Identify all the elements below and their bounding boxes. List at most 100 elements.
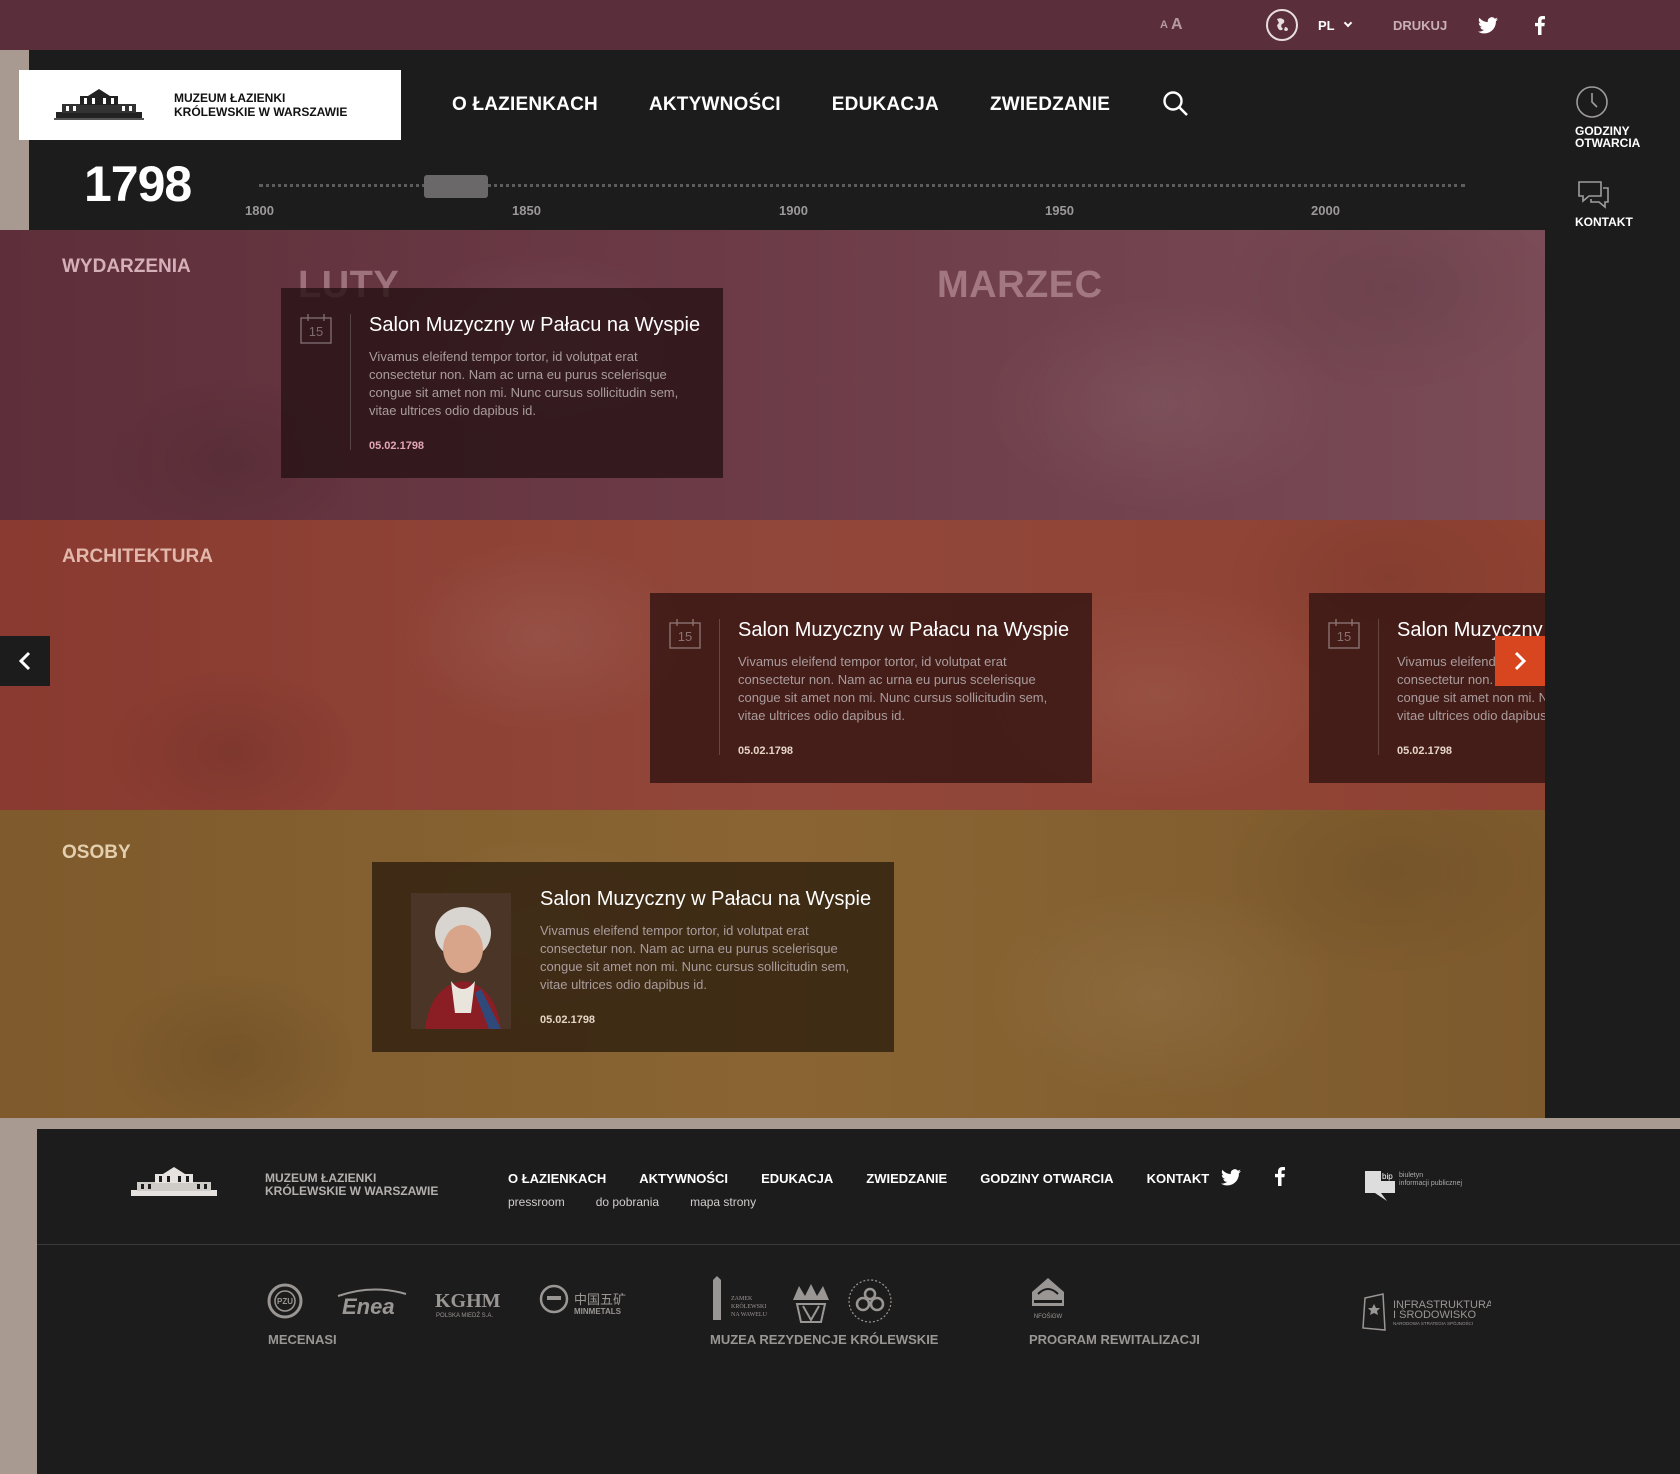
footer-nav: O ŁAZIENKACH AKTYWNOŚCI EDUKACJA ZWIEDZA… [508,1171,1242,1186]
logo-line-1: MUZEUM ŁAZIENKI [174,91,286,105]
event-card[interactable]: 15 Salon Muzyczny w Pałacu na Wyspie Viv… [281,288,723,478]
band-label-osoby: OSOBY [62,842,131,863]
side-panel: GODZINY OTWARCIA KONTAKT [1545,50,1680,1118]
footer-nav-godziny-otwarcia[interactable]: GODZINY OTWARCIA [980,1171,1113,1186]
chevron-right-icon [1514,651,1527,671]
footer-link-pressroom[interactable]: pressroom [508,1195,565,1209]
card-title[interactable]: Salon Muzyczny w Pałacu na Wyspie [738,619,1069,642]
infrastructure-environment-logo-icon[interactable]: INFRASTRUKTURA I ŚRODOWISKO NARODOWA STR… [1361,1292,1491,1332]
card-date: 05.02.1798 [1397,745,1453,757]
footer-nav-zwiedzanie[interactable]: ZWIEDZANIE [866,1171,947,1186]
timeline-tick: 1800 [245,203,274,218]
twitter-icon[interactable] [1221,1169,1241,1191]
footer-nav-kontakt[interactable]: KONTAKT [1147,1171,1210,1186]
person-card[interactable]: Salon Muzyczny w Pałacu na Wyspie Vivamu… [372,862,894,1052]
nfosigw-logo-icon[interactable]: NFOŚiGW [1028,1276,1068,1322]
royal-residence-logo-icon[interactable] [845,1278,895,1324]
contact-label: KONTAKT [1575,215,1633,229]
kghm-logo-icon[interactable]: KGHM POLSKA MIEDŹ S.A. [435,1289,505,1321]
bip-logo-icon[interactable]: bip biuletyn informacji publicznej [1365,1167,1475,1203]
kghm-logo-subtitle: POLSKA MIEDŹ S.A. [436,1312,493,1319]
timeline-tick: 1950 [1045,203,1074,218]
top-bar: A A PL DRUKUJ [0,0,1680,50]
card-title[interactable]: Salon Muzyczny w Pałacu na Wyspie [540,888,871,911]
opening-hours-link[interactable]: GODZINY OTWARCIA [1575,85,1675,149]
enea-logo-icon[interactable]: Enea [334,1286,410,1318]
site-logo[interactable]: MUZEUM ŁAZIENKI KRÓLEWSKIE W WARSZAWIE [19,70,401,140]
font-small-button[interactable]: A [1160,19,1168,31]
band-label-architektura: ARCHITEKTURA [62,546,213,567]
nav-edukacja[interactable]: EDUKACJA [832,94,939,116]
nfosigw-logo-label: NFOŚiGW [1034,1312,1063,1320]
language-label: PL [1318,17,1335,33]
infra-logo-line-3: NARODOWA STRATEGIA SPÓJNOŚCI [1393,1319,1473,1326]
nav-o-lazienkach[interactable]: O ŁAZIENKACH [452,94,598,116]
engraving-background [0,230,1545,520]
band-osoby: OSOBY Salon Muzyczny w Pałacu na Wyspie … [0,810,1545,1118]
minmetals-logo-label: MINMETALS [574,1307,622,1316]
portrait-image [411,893,511,1029]
pzu-logo-icon[interactable]: PZU [266,1282,304,1320]
carousel-prev-button[interactable] [0,636,50,686]
sponsors-label-program: PROGRAM REWITALIZACJI [1029,1332,1200,1347]
wawel-castle-logo-icon[interactable]: ZAMEK KRÓLEWSKI NA WAWELU [709,1276,775,1324]
crown-logo-icon[interactable] [791,1282,831,1324]
chevron-left-icon [18,651,31,671]
architecture-card[interactable]: 15 Salon Muzyczny w Pałacu na Wyspie Viv… [650,593,1092,783]
footer-nav-aktywnosci[interactable]: AKTYWNOŚCI [639,1171,728,1186]
card-divider [350,314,351,450]
minmetals-logo-icon[interactable]: 中国五矿 MINMETALS [539,1284,633,1320]
footer-top: MUZEUM ŁAZIENKI KRÓLEWSKIE W WARSZAWIE O… [37,1129,1680,1245]
pzu-logo-label: PZU [277,1297,293,1306]
footer-link-do-pobrania[interactable]: do pobrania [596,1195,659,1209]
facebook-icon[interactable] [1275,1166,1285,1191]
calendar-day: 15 [309,324,323,339]
font-large-button[interactable]: A [1171,16,1183,34]
card-description: Vivamus eleifend tempor tortor, id volut… [738,654,1048,723]
chat-icon [1578,181,1609,209]
facebook-icon[interactable] [1535,0,1545,50]
card-date: 05.02.1798 [540,1014,596,1026]
chevron-down-icon [1343,18,1352,28]
footer-subnav: pressroom do pobrania mapa strony [508,1195,787,1209]
print-link[interactable]: DRUKUJ [1393,0,1447,50]
timeline-handle[interactable] [424,175,488,198]
wawel-logo-line-3: NA WAWELU [731,1312,768,1318]
card-divider [719,619,720,755]
main-nav: O ŁAZIENKACH AKTYWNOŚCI EDUKACJA ZWIEDZA… [452,70,1161,140]
calendar-icon: 15 [669,619,701,649]
sponsors-label-mecenasi: MECENASI [268,1332,337,1347]
footer-logo-line-2: KRÓLEWSKIE W WARSZAWIE [265,1184,439,1198]
language-select[interactable]: PL [1318,0,1352,50]
bip-line-2: informacji publicznej [1399,1180,1462,1187]
architecture-card[interactable]: 15 Salon Muzyczny w Pałacu na Wyspie Viv… [1309,593,1545,783]
band-wydarzenia: WYDARZENIA LUTY MARZEC 15 Salon Muzyczny… [0,230,1545,520]
nav-zwiedzanie[interactable]: ZWIEDZANIE [990,94,1110,116]
wawel-logo-line-1: ZAMEK [731,1296,753,1302]
band-architektura: ARCHITEKTURA 15 Salon Muzyczny w Pałacu … [0,520,1545,810]
month-label-marzec: MARZEC [937,264,1103,306]
footer-logo-title: MUZEUM ŁAZIENKI KRÓLEWSKIE W WARSZAWIE [265,1172,465,1198]
svg-text:bip: bip [1382,1172,1393,1181]
footer-link-mapa-strony[interactable]: mapa strony [690,1195,756,1209]
font-size-switcher[interactable]: A A [1160,0,1183,50]
card-description: Vivamus eleifend tempor tortor, id volut… [540,923,850,992]
opening-hours-line-2: OTWARCIA [1575,136,1641,150]
footer-nav-o-lazienkach[interactable]: O ŁAZIENKACH [508,1171,606,1186]
clock-icon [1576,86,1608,118]
card-title[interactable]: Salon Muzyczny w Pałacu na Wyspie [369,314,700,337]
card-divider [1378,619,1379,755]
infra-logo-line-2: I ŚRODOWISKO [1393,1308,1477,1321]
contact-link[interactable]: KONTAKT [1575,178,1675,228]
search-icon[interactable] [1162,90,1192,120]
footer: MUZEUM ŁAZIENKI KRÓLEWSKIE W WARSZAWIE O… [37,1129,1680,1474]
footer-nav-edukacja[interactable]: EDUKACJA [761,1171,833,1186]
palace-logo-icon[interactable] [129,1164,219,1202]
carousel-next-button[interactable] [1495,636,1545,686]
globe-icon[interactable] [1266,9,1298,41]
nav-aktywnosci[interactable]: AKTYWNOŚCI [649,94,781,116]
enea-logo-label: Enea [342,1294,395,1318]
calendar-icon: 15 [300,314,332,344]
palace-logo-icon [54,89,144,120]
twitter-icon[interactable] [1478,0,1498,50]
